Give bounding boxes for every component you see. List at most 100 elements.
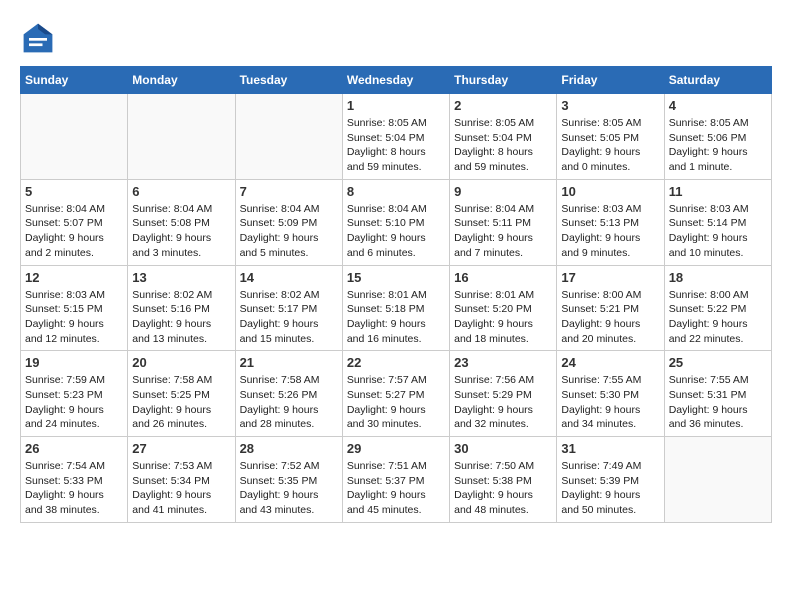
day-content: Sunrise: 7:55 AM Sunset: 5:30 PM Dayligh… <box>561 373 659 432</box>
day-content: Sunrise: 8:04 AM Sunset: 5:09 PM Dayligh… <box>240 202 338 261</box>
day-number: 12 <box>25 270 123 285</box>
calendar-cell <box>664 437 771 523</box>
week-row-4: 19 Sunrise: 7:59 AM Sunset: 5:23 PM Dayli… <box>21 351 772 437</box>
week-row-5: 26Sunrise: 7:54 AM Sunset: 5:33 PM Dayli… <box>21 437 772 523</box>
week-row-1: 1 Sunrise: 8:05 AM Sunset: 5:04 PM Daylig… <box>21 94 772 180</box>
calendar-cell: 25 Sunrise: 7:55 AM Sunset: 5:31 PM Dayli… <box>664 351 771 437</box>
calendar-cell <box>235 94 342 180</box>
day-number: 10 <box>561 184 659 199</box>
day-content: Sunrise: 8:04 AM Sunset: 5:07 PM Dayligh… <box>25 202 123 261</box>
day-number: 18 <box>669 270 767 285</box>
calendar-cell: 22Sunrise: 7:57 AM Sunset: 5:27 PM Dayli… <box>342 351 449 437</box>
day-content: Sunrise: 8:00 AM Sunset: 5:21 PM Dayligh… <box>561 288 659 347</box>
day-number: 19 <box>25 355 123 370</box>
calendar-cell: 23 Sunrise: 7:56 AM Sunset: 5:29 PM Dayli… <box>450 351 557 437</box>
day-number: 11 <box>669 184 767 199</box>
week-row-2: 5 Sunrise: 8:04 AM Sunset: 5:07 PM Daylig… <box>21 179 772 265</box>
calendar-cell: 17 Sunrise: 8:00 AM Sunset: 5:21 PM Dayli… <box>557 265 664 351</box>
day-number: 31 <box>561 441 659 456</box>
day-content: Sunrise: 8:00 AM Sunset: 5:22 PM Dayligh… <box>669 288 767 347</box>
day-content: Sunrise: 7:52 AM Sunset: 5:35 PM Dayligh… <box>240 459 338 518</box>
day-number: 17 <box>561 270 659 285</box>
calendar-cell: 18 Sunrise: 8:00 AM Sunset: 5:22 PM Dayli… <box>664 265 771 351</box>
week-row-3: 12Sunrise: 8:03 AM Sunset: 5:15 PM Dayli… <box>21 265 772 351</box>
calendar-cell: 3 Sunrise: 8:05 AM Sunset: 5:05 PM Daylig… <box>557 94 664 180</box>
logo-icon <box>20 20 56 56</box>
calendar-cell: 4 Sunrise: 8:05 AM Sunset: 5:06 PM Daylig… <box>664 94 771 180</box>
day-number: 3 <box>561 98 659 113</box>
day-number: 6 <box>132 184 230 199</box>
calendar-cell: 21 Sunrise: 7:58 AM Sunset: 5:26 PM Dayli… <box>235 351 342 437</box>
calendar-cell: 16Sunrise: 8:01 AM Sunset: 5:20 PM Dayli… <box>450 265 557 351</box>
calendar-cell: 29 Sunrise: 7:51 AM Sunset: 5:37 PM Dayli… <box>342 437 449 523</box>
day-content: Sunrise: 8:05 AM Sunset: 5:04 PM Dayligh… <box>454 116 552 175</box>
day-number: 24 <box>561 355 659 370</box>
day-number: 2 <box>454 98 552 113</box>
day-content: Sunrise: 8:04 AM Sunset: 5:11 PM Dayligh… <box>454 202 552 261</box>
calendar-cell: 2 Sunrise: 8:05 AM Sunset: 5:04 PM Daylig… <box>450 94 557 180</box>
calendar-cell: 28Sunrise: 7:52 AM Sunset: 5:35 PM Dayli… <box>235 437 342 523</box>
day-header-monday: Monday <box>128 67 235 94</box>
day-content: Sunrise: 8:01 AM Sunset: 5:18 PM Dayligh… <box>347 288 445 347</box>
day-number: 15 <box>347 270 445 285</box>
calendar-cell: 10 Sunrise: 8:03 AM Sunset: 5:13 PM Dayli… <box>557 179 664 265</box>
day-number: 9 <box>454 184 552 199</box>
day-content: Sunrise: 7:58 AM Sunset: 5:25 PM Dayligh… <box>132 373 230 432</box>
day-content: Sunrise: 7:50 AM Sunset: 5:38 PM Dayligh… <box>454 459 552 518</box>
day-content: Sunrise: 8:01 AM Sunset: 5:20 PM Dayligh… <box>454 288 552 347</box>
day-content: Sunrise: 8:05 AM Sunset: 5:06 PM Dayligh… <box>669 116 767 175</box>
day-number: 29 <box>347 441 445 456</box>
calendar-cell: 9 Sunrise: 8:04 AM Sunset: 5:11 PM Daylig… <box>450 179 557 265</box>
calendar-cell: 30 Sunrise: 7:50 AM Sunset: 5:38 PM Dayli… <box>450 437 557 523</box>
day-number: 4 <box>669 98 767 113</box>
logo <box>20 20 62 56</box>
day-header-wednesday: Wednesday <box>342 67 449 94</box>
day-number: 21 <box>240 355 338 370</box>
day-header-thursday: Thursday <box>450 67 557 94</box>
calendar-cell <box>21 94 128 180</box>
day-content: Sunrise: 8:02 AM Sunset: 5:17 PM Dayligh… <box>240 288 338 347</box>
day-number: 23 <box>454 355 552 370</box>
page-header <box>20 20 772 56</box>
calendar-cell: 12Sunrise: 8:03 AM Sunset: 5:15 PM Dayli… <box>21 265 128 351</box>
calendar-table: SundayMondayTuesdayWednesdayThursdayFrid… <box>20 66 772 523</box>
day-content: Sunrise: 7:59 AM Sunset: 5:23 PM Dayligh… <box>25 373 123 432</box>
day-content: Sunrise: 7:58 AM Sunset: 5:26 PM Dayligh… <box>240 373 338 432</box>
day-content: Sunrise: 7:51 AM Sunset: 5:37 PM Dayligh… <box>347 459 445 518</box>
calendar-cell: 13 Sunrise: 8:02 AM Sunset: 5:16 PM Dayli… <box>128 265 235 351</box>
calendar-header-row: SundayMondayTuesdayWednesdayThursdayFrid… <box>21 67 772 94</box>
day-content: Sunrise: 8:03 AM Sunset: 5:14 PM Dayligh… <box>669 202 767 261</box>
day-number: 7 <box>240 184 338 199</box>
day-number: 13 <box>132 270 230 285</box>
day-content: Sunrise: 8:05 AM Sunset: 5:05 PM Dayligh… <box>561 116 659 175</box>
day-content: Sunrise: 7:55 AM Sunset: 5:31 PM Dayligh… <box>669 373 767 432</box>
day-number: 25 <box>669 355 767 370</box>
day-content: Sunrise: 8:04 AM Sunset: 5:10 PM Dayligh… <box>347 202 445 261</box>
day-content: Sunrise: 8:05 AM Sunset: 5:04 PM Dayligh… <box>347 116 445 175</box>
calendar-cell <box>128 94 235 180</box>
calendar-cell: 14 Sunrise: 8:02 AM Sunset: 5:17 PM Dayli… <box>235 265 342 351</box>
calendar-cell: 27 Sunrise: 7:53 AM Sunset: 5:34 PM Dayli… <box>128 437 235 523</box>
day-content: Sunrise: 7:49 AM Sunset: 5:39 PM Dayligh… <box>561 459 659 518</box>
calendar-cell: 20Sunrise: 7:58 AM Sunset: 5:25 PM Dayli… <box>128 351 235 437</box>
calendar-cell: 19 Sunrise: 7:59 AM Sunset: 5:23 PM Dayli… <box>21 351 128 437</box>
day-header-saturday: Saturday <box>664 67 771 94</box>
day-content: Sunrise: 7:57 AM Sunset: 5:27 PM Dayligh… <box>347 373 445 432</box>
day-number: 1 <box>347 98 445 113</box>
day-number: 14 <box>240 270 338 285</box>
day-header-friday: Friday <box>557 67 664 94</box>
calendar-cell: 7 Sunrise: 8:04 AM Sunset: 5:09 PM Daylig… <box>235 179 342 265</box>
day-content: Sunrise: 7:53 AM Sunset: 5:34 PM Dayligh… <box>132 459 230 518</box>
day-content: Sunrise: 8:04 AM Sunset: 5:08 PM Dayligh… <box>132 202 230 261</box>
day-number: 26 <box>25 441 123 456</box>
day-number: 5 <box>25 184 123 199</box>
calendar-cell: 8Sunrise: 8:04 AM Sunset: 5:10 PM Daylig… <box>342 179 449 265</box>
day-content: Sunrise: 8:03 AM Sunset: 5:13 PM Dayligh… <box>561 202 659 261</box>
day-header-tuesday: Tuesday <box>235 67 342 94</box>
day-content: Sunrise: 7:56 AM Sunset: 5:29 PM Dayligh… <box>454 373 552 432</box>
calendar-cell: 1 Sunrise: 8:05 AM Sunset: 5:04 PM Daylig… <box>342 94 449 180</box>
day-number: 30 <box>454 441 552 456</box>
day-content: Sunrise: 8:02 AM Sunset: 5:16 PM Dayligh… <box>132 288 230 347</box>
day-number: 27 <box>132 441 230 456</box>
calendar-cell: 31 Sunrise: 7:49 AM Sunset: 5:39 PM Dayli… <box>557 437 664 523</box>
